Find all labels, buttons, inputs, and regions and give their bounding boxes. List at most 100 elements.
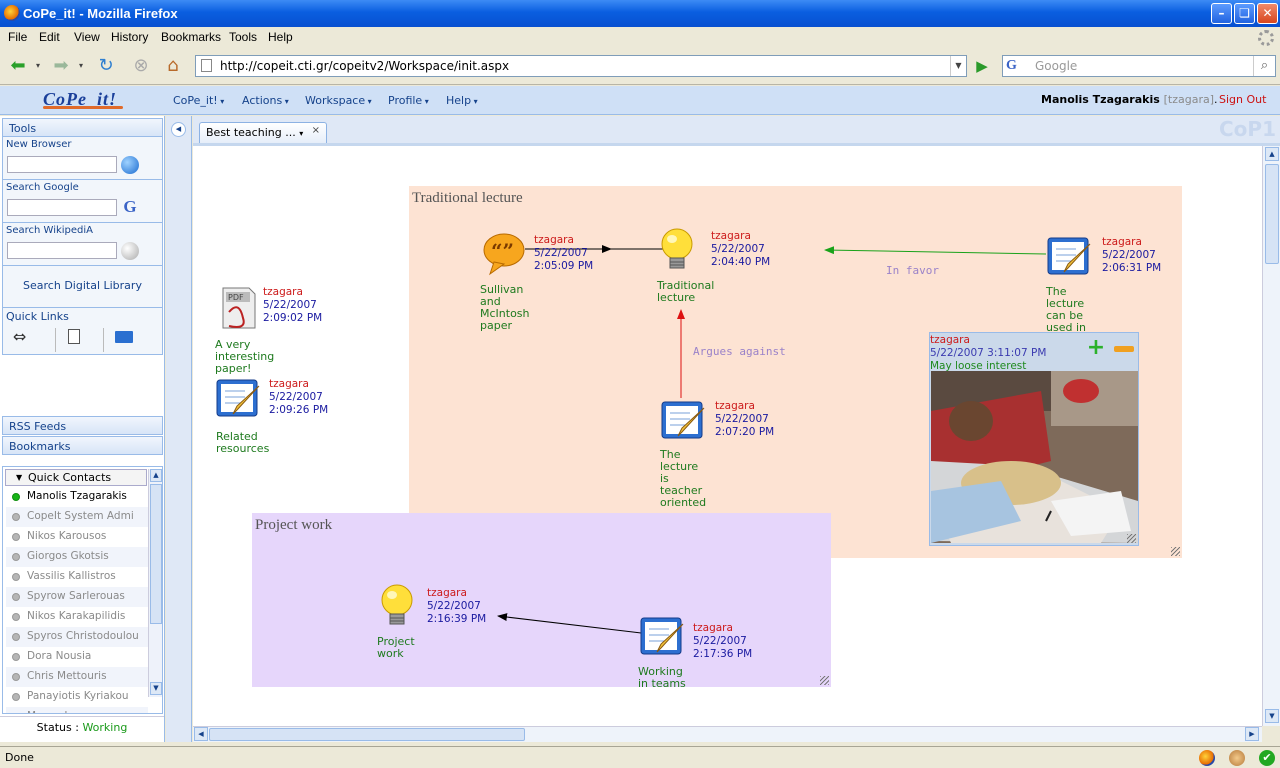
contact-item[interactable]: Spyrow Sarlerouas xyxy=(6,587,148,607)
new-browser-input[interactable] xyxy=(7,156,117,173)
globe-icon[interactable] xyxy=(121,156,139,174)
bookmarks-header[interactable]: Bookmarks xyxy=(2,436,163,455)
contacts-scroll-up[interactable]: ▲ xyxy=(150,469,162,482)
menu-history[interactable]: History xyxy=(111,30,148,44)
app-menu-help[interactable]: Help xyxy=(446,94,478,107)
scroll-right-arrow[interactable]: ▶ xyxy=(1245,727,1259,741)
workspace-canvas[interactable]: Traditional lecture Project work In favo… xyxy=(193,146,1262,726)
home-icon[interactable]: ⌂ xyxy=(160,55,186,77)
contact-item[interactable]: Nikos Karousos xyxy=(6,527,148,547)
expand-triangle-icon[interactable]: ▼ xyxy=(16,473,22,482)
node-project-work[interactable]: tzagara 5/22/2007 2:16:39 PM Project work xyxy=(377,582,486,660)
zoom-out-icon[interactable] xyxy=(1114,346,1134,352)
resize-handle-icon[interactable] xyxy=(1127,534,1136,543)
app-menu-workspace[interactable]: Workspace xyxy=(305,94,372,107)
firefox-status-icon[interactable] xyxy=(1199,750,1215,766)
menu-tools[interactable]: Tools xyxy=(229,30,257,44)
node-label: Sullivan and McIntosh paper xyxy=(480,284,530,332)
folder-icon[interactable] xyxy=(115,331,133,343)
maximize-button[interactable]: ❏ xyxy=(1234,3,1255,24)
node-teacher-oriented[interactable]: tzagara 5/22/2007 2:07:20 PM The lecture i… xyxy=(660,398,774,509)
tools-header[interactable]: Tools xyxy=(2,118,163,137)
search-magnifier-icon[interactable]: ⌕ xyxy=(1253,56,1275,76)
node-lecture-any-classroom[interactable]: tzagara 5/22/2007 2:06:31 PM The lecture c… xyxy=(1046,234,1161,358)
panel-collapse-strip: ◀ xyxy=(166,116,192,742)
go-arrow-icon[interactable]: ▶ xyxy=(971,55,993,77)
addon-monkey-icon[interactable] xyxy=(1229,750,1245,766)
app-menu-actions[interactable]: Actions xyxy=(242,94,289,107)
check-ok-icon[interactable]: ✔ xyxy=(1259,750,1275,766)
node-working-in-teams[interactable]: tzagara 5/22/2007 2:17:36 PM Working in te… xyxy=(638,614,752,690)
search-google-section: Search Google G xyxy=(2,180,163,223)
quick-contacts-header[interactable]: ▼ Quick Contacts xyxy=(5,469,147,486)
contact-item[interactable]: Spyros Christodoulou xyxy=(6,627,148,647)
menu-edit[interactable]: Edit xyxy=(39,30,60,44)
node-pdf-paper[interactable]: PDF tzagara 5/22/2007 2:09:02 PM A very in… xyxy=(215,284,322,375)
node-label-line: The lecture can be xyxy=(1046,285,1085,322)
contact-item[interactable]: Vassilis Kallistros xyxy=(6,567,148,587)
google-engine-icon[interactable]: G xyxy=(1006,58,1030,74)
horizontal-scroll-thumb[interactable] xyxy=(209,728,525,741)
workspace-tab[interactable]: Best teaching ... ▾ × xyxy=(199,122,327,143)
collapse-left-icon[interactable]: ◀ xyxy=(171,122,186,137)
back-arrow-icon[interactable]: ⬅ xyxy=(5,55,31,77)
url-dropdown-button[interactable]: ▼ xyxy=(950,56,966,76)
contact-item[interactable]: Giorgos Gkotsis xyxy=(6,547,148,567)
close-window-button[interactable]: ✕ xyxy=(1257,3,1278,24)
url-field[interactable]: http://copeit.cti.gr/copeitv2/Workspace/… xyxy=(195,55,967,77)
idea-bulb-icon xyxy=(661,228,693,269)
search-field[interactable]: G Google ⌕ xyxy=(1002,55,1276,77)
node-related-resources[interactable]: tzagara 5/22/2007 2:09:26 PM Related resou… xyxy=(215,376,328,455)
tab-close-icon[interactable]: × xyxy=(312,125,320,136)
scroll-up-arrow[interactable]: ▲ xyxy=(1265,147,1279,161)
contacts-scroll-down[interactable]: ▼ xyxy=(150,682,162,695)
search-google-input[interactable] xyxy=(7,199,117,216)
contact-item[interactable]: Manos I... xyxy=(6,707,148,713)
vertical-scroll-thumb[interactable] xyxy=(1265,164,1279,264)
back-history-dropdown[interactable]: ▾ xyxy=(33,55,43,77)
zoom-in-icon[interactable]: + xyxy=(1086,337,1106,359)
node-sullivan-paper[interactable]: “” tzagara 5/22/2007 2:05:09 PM Sullivan a… xyxy=(480,232,593,332)
contact-item[interactable]: Nikos Karakapilidis xyxy=(6,607,148,627)
contacts-scroll-thumb[interactable] xyxy=(150,484,162,624)
current-user: Manolis Tzagarakis [tzagara]. xyxy=(1041,93,1218,106)
wikipedia-globe-icon[interactable] xyxy=(121,242,139,260)
node-author: tzagara xyxy=(1102,236,1142,248)
menu-file[interactable]: File xyxy=(8,30,27,44)
contact-item[interactable]: Manolis Tzagarakis xyxy=(6,487,148,507)
tab-menu-chevron-icon[interactable]: ▾ xyxy=(299,129,303,138)
contact-item[interactable]: CopeIt System Admi xyxy=(6,507,148,527)
workspace-horizontal-scrollbar[interactable]: ◀ ▶ xyxy=(193,726,1262,742)
minimize-button[interactable]: – xyxy=(1211,3,1232,24)
node-traditional-lecture[interactable]: tzagara 5/22/2007 2:04:40 PM Traditional l… xyxy=(657,226,770,304)
contacts-scrollbar[interactable]: ▲ ▼ xyxy=(148,469,162,697)
scroll-left-arrow[interactable]: ◀ xyxy=(194,727,208,741)
menu-bookmarks[interactable]: Bookmarks xyxy=(161,30,221,44)
edge-teams-to-project[interactable] xyxy=(497,613,642,634)
contact-item[interactable]: Chris Mettouris xyxy=(6,667,148,687)
forward-arrow-icon[interactable]: ➡ xyxy=(48,55,74,77)
search-digital-library-link[interactable]: Search Digital Library xyxy=(2,266,163,308)
rss-feeds-header[interactable]: RSS Feeds xyxy=(2,416,163,435)
menu-view[interactable]: View xyxy=(74,30,100,44)
sign-out-link[interactable]: Sign Out xyxy=(1219,93,1266,106)
app-menu-copeit[interactable]: CoPe_it! xyxy=(173,94,224,107)
contact-item[interactable]: Dora Nousia xyxy=(6,647,148,667)
forward-history-dropdown[interactable]: ▾ xyxy=(76,55,86,77)
node-label-line: The lecture is xyxy=(660,448,699,485)
edge-in-favor[interactable] xyxy=(824,246,1047,255)
app-menu-profile[interactable]: Profile xyxy=(388,94,429,107)
reload-icon[interactable]: ↻ xyxy=(93,55,119,77)
menu-help[interactable]: Help xyxy=(268,30,293,44)
scroll-down-arrow[interactable]: ▼ xyxy=(1265,709,1279,723)
resize-arrows-icon[interactable]: ⇔ xyxy=(13,327,26,346)
node-date: 5/22/2007 xyxy=(534,247,588,259)
stop-icon[interactable]: ⊗ xyxy=(128,55,154,77)
status-value[interactable]: Working xyxy=(82,721,127,734)
contact-item[interactable]: Panayiotis Kyriakou xyxy=(6,687,148,707)
workspace-vertical-scrollbar[interactable]: ▲ ▼ xyxy=(1262,146,1280,726)
document-icon[interactable] xyxy=(68,329,80,344)
search-wikipedia-input[interactable] xyxy=(7,242,117,259)
google-g-icon[interactable]: G xyxy=(121,198,139,216)
photo-note[interactable]: tzagara 5/22/2007 3:11:07 PM May loose int… xyxy=(929,332,1139,546)
